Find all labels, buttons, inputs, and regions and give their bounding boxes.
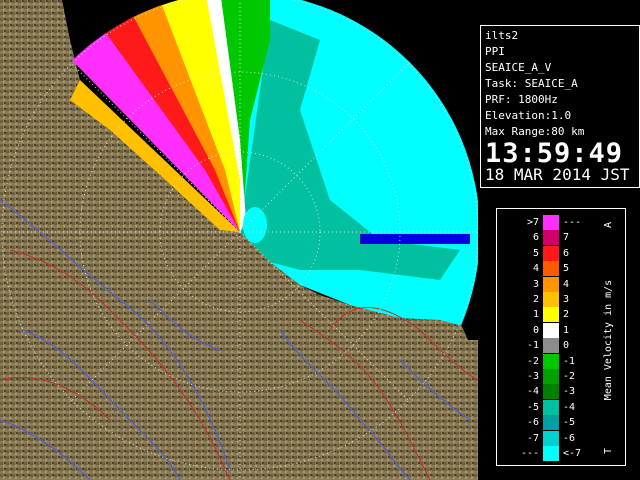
radar-display-screen: ilts2 PPI SEAICE_A_V Task: SEAICE_A PRF:… (0, 0, 640, 480)
legend-row: 23 (497, 292, 597, 307)
legend-row: -3 -2 (497, 369, 597, 384)
max-range-label: Max Range:80 km (485, 125, 585, 138)
legend-row-lower: 5 (532, 247, 539, 259)
legend-row: 67 (497, 230, 597, 246)
legend-row-lower: 3 (532, 278, 539, 290)
radar-ppi-map (0, 0, 478, 480)
legend-title-vertical: A Mean Velocity in m/s T (603, 222, 614, 454)
legend-row: -7 -6 (497, 430, 597, 446)
legend-row-lower: 0 (532, 324, 539, 336)
echo-blue-band (360, 234, 470, 244)
legend-row-lower: -2 (526, 355, 539, 367)
legend-row: -1 0 (497, 338, 597, 354)
legend-color-swatch (543, 230, 559, 246)
legend-title-text: Mean Velocity in m/s (603, 280, 614, 400)
legend-color-swatch (543, 307, 559, 323)
legend-color-swatch (543, 353, 559, 369)
legend-row: 56 (497, 245, 597, 261)
prf-label: PRF: 1800Hz (485, 93, 558, 106)
legend-color-swatch (543, 276, 559, 292)
legend-color-swatch (543, 430, 559, 446)
legend-row-lower: -7 (526, 432, 539, 444)
product-type: PPI (485, 45, 505, 58)
legend-row: -5 -4 (497, 399, 597, 415)
legend-row-lower: >7 (526, 217, 539, 228)
legend-row: 12 (497, 307, 597, 323)
legend-row-lower: -6 (526, 417, 539, 429)
legend-row-lower: -3 (526, 371, 539, 382)
scan-date: 18 MAR 2014 JST (485, 165, 630, 184)
task-name: SEAICE_A_V (485, 61, 552, 74)
legend-color-swatch (543, 399, 559, 415)
legend-color-swatch (543, 245, 559, 261)
legend-color-swatch (543, 415, 559, 431)
legend-color-swatch (543, 322, 559, 338)
legend-row: -4 -3 (497, 384, 597, 400)
legend-color-swatch (543, 215, 559, 230)
legend-row-lower: 1 (532, 309, 539, 321)
legend-row: 45 (497, 261, 597, 277)
legend-row-lower: -1 (526, 340, 539, 352)
legend-row: 01 (497, 322, 597, 338)
radar-info-panel: ilts2 PPI SEAICE_A_V Task: SEAICE_A PRF:… (480, 25, 640, 188)
task-label: Task: SEAICE_A (485, 77, 578, 90)
legend-row: -6 -5 (497, 415, 597, 431)
legend-color-swatch (543, 338, 559, 354)
legend-color-swatch (543, 292, 559, 307)
legend-row-lower: -4 (526, 386, 539, 398)
legend-color-swatch (543, 384, 559, 400)
elevation-label: Elevation:1.0 (485, 109, 572, 122)
legend-row-lower: -5 (526, 401, 539, 413)
legend-row-lower: 6 (532, 232, 539, 244)
echo-blank-center (243, 207, 267, 243)
legend-row-lower: --- (520, 448, 539, 459)
site-name: ilts2 (485, 29, 519, 42)
velocity-legend: >7 --- 6 7 5 6 4 5 3 4 2 3 1 2 0 1 -1 0 -2 -1 -3 -2 -4 -3 -5 -4 -6… (496, 208, 626, 466)
legend-color-swatch (543, 446, 559, 461)
legend-row-lower: 2 (532, 294, 539, 305)
legend-row: >7 --- (497, 215, 597, 230)
legend-top-marker: A (603, 222, 614, 228)
legend-color-swatch (543, 261, 559, 277)
legend-row: 34 (497, 276, 597, 292)
legend-row: -2 -1 (497, 353, 597, 369)
legend-row-lower: 4 (532, 263, 539, 275)
legend-row: --- <-7 (497, 446, 597, 461)
legend-bottom-marker: T (603, 448, 614, 454)
legend-color-swatch (543, 369, 559, 384)
